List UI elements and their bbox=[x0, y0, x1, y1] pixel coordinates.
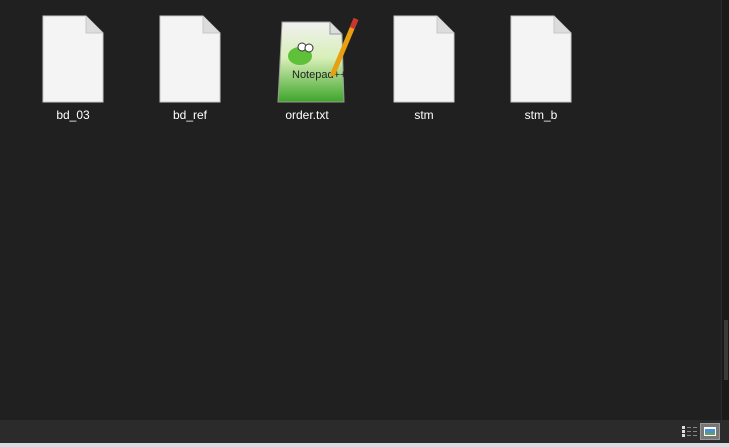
file-item[interactable]: stm_b bbox=[491, 14, 591, 122]
file-name: order.txt bbox=[285, 108, 329, 122]
blank-file-icon bbox=[157, 14, 223, 104]
file-list-area: bd_03 bd_ref Notepad++ order.txt stm stm… bbox=[0, 0, 722, 420]
details-view-button[interactable] bbox=[680, 423, 700, 440]
blank-file-icon bbox=[508, 14, 574, 104]
file-item[interactable]: Notepad++ order.txt bbox=[257, 14, 359, 122]
status-bar bbox=[0, 420, 729, 443]
blank-file-icon bbox=[391, 14, 457, 104]
file-name: bd_03 bbox=[56, 108, 90, 122]
details-view-icon bbox=[682, 426, 697, 437]
window-bottom-edge bbox=[0, 443, 729, 447]
file-name: stm bbox=[414, 108, 434, 122]
vertical-scrollbar[interactable] bbox=[721, 0, 729, 420]
notepad-plus-plus-file-icon: Notepad++ bbox=[274, 14, 359, 104]
file-item[interactable]: stm bbox=[374, 14, 474, 122]
scrollbar-thumb[interactable] bbox=[724, 320, 728, 380]
file-item[interactable]: bd_03 bbox=[23, 14, 123, 122]
file-item[interactable]: bd_ref bbox=[140, 14, 240, 122]
file-name: stm_b bbox=[524, 108, 558, 122]
svg-text:Notepad++: Notepad++ bbox=[292, 69, 346, 81]
file-name: bd_ref bbox=[172, 108, 208, 122]
blank-file-icon bbox=[40, 14, 106, 104]
large-icons-view-icon bbox=[704, 427, 716, 436]
large-icons-view-button[interactable] bbox=[700, 423, 720, 440]
